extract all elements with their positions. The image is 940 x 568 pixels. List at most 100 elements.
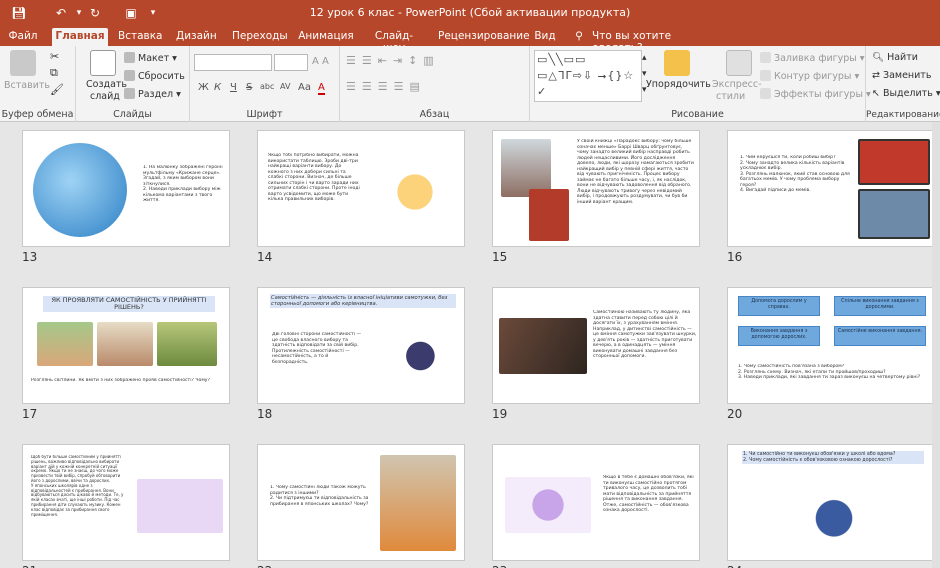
tab-file[interactable]: Файл	[8, 28, 38, 46]
slide-18-number: 18	[257, 407, 273, 421]
meme-hero-image	[858, 189, 930, 239]
italic-button[interactable]: К	[214, 82, 221, 93]
layout-label: Макет	[138, 53, 170, 64]
quick-styles-button-label2[interactable]: стили	[716, 91, 745, 102]
select-label: Выделить	[883, 88, 933, 99]
slide-24-text: 1. Чи самостійно ти виконуєш обов'язки у…	[742, 451, 924, 465]
reset-button[interactable]: Сбросить	[124, 70, 185, 82]
new-slide-button-label2[interactable]: слайд	[90, 91, 120, 102]
replace-button[interactable]: ⇄ Заменить	[872, 70, 931, 81]
slide-14-number: 14	[257, 250, 273, 264]
shadow-button[interactable]: abc	[260, 82, 274, 91]
slide-21-text: Щоб бути більше самостійним у прийнятті …	[31, 455, 124, 517]
tab-design[interactable]: Дизайн	[176, 28, 217, 46]
bold-button[interactable]: Ж	[198, 82, 209, 93]
font-name-field[interactable]	[194, 54, 272, 71]
shape-fill-icon	[760, 52, 771, 63]
slide-22-text: 1. Чому самостійні люди також можуть рад…	[270, 485, 369, 507]
font-color-button[interactable]: A	[318, 82, 325, 95]
slide-sorter: 1. На малюнку зображені героїні мультфіл…	[0, 122, 940, 568]
slide-24[interactable]: 1. Чи самостійно ти виконуєш обов'язки у…	[727, 444, 935, 561]
find-label: Найти	[887, 52, 918, 63]
font-group-label: Шрифт	[246, 109, 283, 120]
tab-home[interactable]: Главная	[52, 28, 108, 46]
slide-20-text: 1. Чому самостійність пов'язана з виборо…	[738, 364, 921, 380]
section-button[interactable]: Раздел ▾	[124, 88, 181, 100]
slide-17[interactable]: ЯК ПРОЯВЛЯТИ САМОСТІЙНІСТЬ У ПРИЙНЯТТІ Р…	[22, 287, 230, 404]
quick-styles-icon[interactable]	[726, 50, 752, 76]
clipboard-group-label: Буфер обмена	[1, 109, 74, 120]
grow-font-icon[interactable]: A A	[312, 56, 329, 67]
slide-18[interactable]: Самостійність — діяльність із власної ін…	[257, 287, 465, 404]
paragraph-group-label: Абзац	[419, 109, 450, 120]
book-cover	[529, 189, 569, 241]
cut-icon[interactable]: ✂	[50, 50, 59, 63]
tab-slideshow[interactable]: Слайд-шоу	[366, 28, 422, 54]
change-case-button[interactable]: Aa	[298, 82, 311, 93]
tab-transitions[interactable]: Переходы	[232, 28, 288, 46]
slide-22[interactable]: 1. Чому самостійні люди також можуть рад…	[257, 444, 465, 561]
select-button[interactable]: ↖ Выделить ▾	[872, 88, 940, 99]
paragraph-group: ☰☰⇤⇥↕▥ ☰☰☰☰▤ Абзац	[340, 46, 530, 122]
shape-outline-label: Контур фигуры	[774, 71, 852, 82]
shapes-gallery-scroll[interactable]: ▴ ▾ ▾	[642, 50, 647, 98]
slide-13[interactable]: 1. На малюнку зображені героїні мультфіл…	[22, 130, 230, 247]
shape-outline-icon	[760, 70, 771, 81]
slide-16-text: 1. Чим керуєшся ти, коли робиш вибір? 2.…	[740, 155, 850, 193]
slide-21[interactable]: Щоб бути більше самостійним у прийнятті …	[22, 444, 230, 561]
tab-insert[interactable]: Вставка	[118, 28, 163, 46]
shapes-gallery[interactable]: ▭╲╲▭▭ ▭△ᒣᒥ⇨⇩ ⭢{}☆ ✓	[534, 50, 642, 102]
slide-20-number: 20	[727, 407, 743, 421]
font-size-field[interactable]	[274, 54, 308, 71]
strikethrough-button[interactable]: S	[246, 82, 252, 93]
slide-15-number: 15	[492, 250, 508, 264]
stage-box-4: Самостійне виконання завдання.	[834, 326, 926, 346]
shape-fill-button[interactable]: Заливка фигуры ▾	[760, 52, 865, 64]
slide-20[interactable]: Допомога дорослим у справах. Спільне вик…	[727, 287, 935, 404]
slide-16[interactable]: 1. Чим керуєшся ти, коли робиш вибір? 2.…	[727, 130, 935, 247]
tab-view[interactable]: Вид	[534, 28, 556, 46]
list-buttons[interactable]: ☰☰⇤⇥↕▥	[346, 54, 440, 67]
shape-effects-label: Эффекты фигуры	[774, 89, 863, 100]
shape-outline-button[interactable]: Контур фигуры ▾	[760, 70, 859, 82]
copy-icon[interactable]: ⧉	[50, 66, 58, 80]
shape-effects-icon	[760, 88, 771, 99]
slide-14-text: Якщо тобі потрібно вибирати, можна викор…	[268, 153, 360, 202]
shape-effects-button[interactable]: Эффекты фигуры ▾	[760, 88, 871, 100]
slide-15[interactable]: У своїй книжці «Парадокс вибору: чому бі…	[492, 130, 700, 247]
align-buttons[interactable]: ☰☰☰☰▤	[346, 80, 426, 93]
find-button[interactable]: 🔍︎ Найти	[872, 52, 918, 63]
layout-button[interactable]: Макет ▾	[124, 52, 177, 64]
tab-animation[interactable]: Анимация	[298, 28, 354, 46]
arrange-icon[interactable]	[664, 50, 690, 76]
paste-button[interactable]: Вставить	[4, 80, 50, 91]
tab-review[interactable]: Рецензирование	[438, 28, 530, 46]
meme-buttons-image	[858, 139, 930, 185]
slide-21-number: 21	[22, 564, 37, 568]
vertical-scrollbar[interactable]	[932, 122, 940, 568]
paste-icon[interactable]	[10, 50, 36, 76]
new-slide-icon[interactable]	[90, 50, 116, 76]
arrange-button[interactable]: Упорядочить	[646, 79, 711, 90]
format-painter-icon[interactable]: 🖌︎	[50, 83, 64, 96]
slide-19[interactable]: Самостійною називають ту людину, яка зда…	[492, 287, 700, 404]
slide-23[interactable]: Якщо в тебе є домашні обов'язки, які ти …	[492, 444, 700, 561]
slide-24-number: 24	[727, 564, 742, 568]
slide-19-text: Самостійною називають ту людину, яка зда…	[593, 310, 697, 359]
tell-me-input[interactable]: Что вы хотите сделать?	[592, 28, 708, 54]
stage-box-3: Виконання завдання з допомогою дорослих.	[738, 326, 820, 346]
tree-illustration	[137, 479, 223, 533]
quick-styles-button[interactable]: Экспресс-	[712, 79, 762, 90]
slide-14[interactable]: Якщо тобі потрібно вибирати, можна викор…	[257, 130, 465, 247]
underline-button[interactable]: Ч	[230, 82, 237, 93]
slide-17-title: ЯК ПРОЯВЛЯТИ САМОСТІЙНІСТЬ У ПРИЙНЯТТІ Р…	[43, 296, 215, 312]
household-illustration	[768, 471, 900, 557]
layout-icon	[124, 52, 135, 63]
replace-icon: ⇄	[872, 70, 880, 81]
slide-23-number: 23	[492, 564, 507, 568]
drawing-group: ▭╲╲▭▭ ▭△ᒣᒥ⇨⇩ ⭢{}☆ ✓ ▴ ▾ ▾ Упорядочить Эксп…	[530, 46, 871, 122]
new-slide-button[interactable]: Создать	[86, 79, 127, 90]
char-spacing-button[interactable]: AV	[280, 82, 290, 91]
slides-group-label: Слайды	[113, 109, 152, 120]
slide-17-text: Розглянь світлини. Як вміти з них зображ…	[31, 378, 210, 383]
